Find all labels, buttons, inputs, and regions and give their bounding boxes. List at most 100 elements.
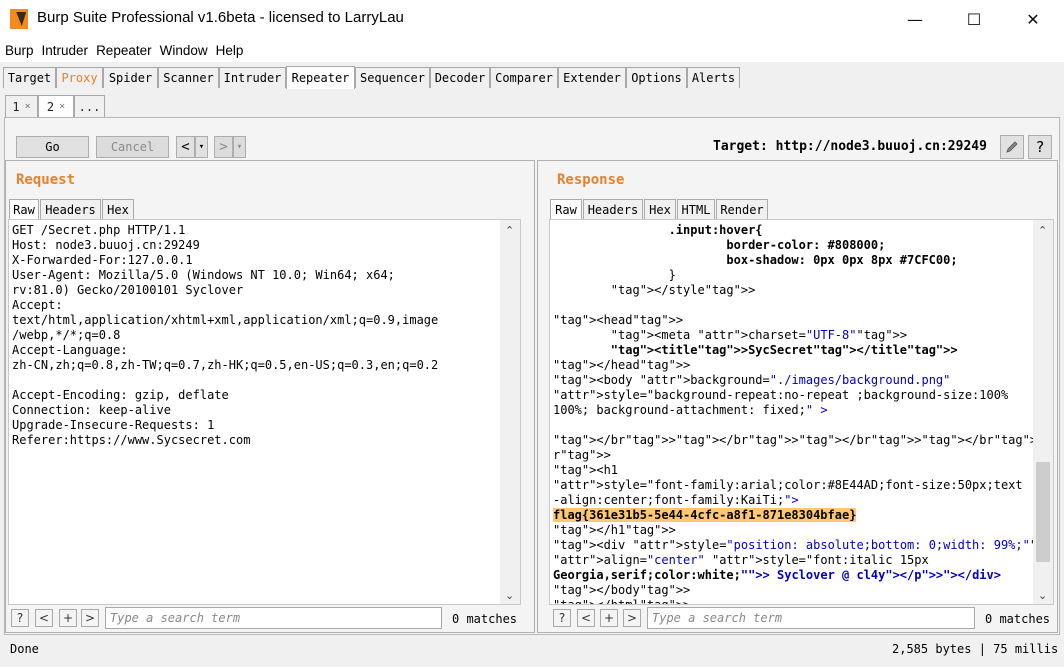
response-editor[interactable]: .input:hover{ border-color: #808000; box… (549, 219, 1054, 605)
scroll-down-icon[interactable]: ⌄ (1038, 589, 1047, 602)
response-tab-raw[interactable]: Raw (550, 199, 582, 219)
response-line: "tag"></body"tag">> (553, 583, 691, 597)
response-line: "tag"><body "attr">background="./images/… (553, 373, 951, 387)
close-tab-icon[interactable]: × (25, 101, 31, 112)
response-text: .input:hover{ border-color: #808000; box… (550, 220, 1053, 604)
response-search-next-button[interactable]: > (623, 609, 641, 627)
window-title: Burp Suite Professional v1.6beta - licen… (37, 9, 404, 26)
tab-spider[interactable]: Spider (103, 67, 158, 88)
request-line: Host: node3.buuoj.cn:29249 (12, 238, 200, 252)
response-line: border-color: #808000; (553, 238, 886, 252)
repeater-tab-label: 2 (46, 99, 55, 114)
request-tab-raw[interactable]: Raw (9, 199, 39, 219)
response-line: "tag"><h1 (553, 463, 619, 477)
request-line: X-Forwarded-For:127.0.0.1 (12, 253, 193, 267)
burp-logo-icon (10, 9, 28, 29)
status-text: Done (10, 642, 39, 656)
menu-repeater[interactable]: Repeater (91, 43, 155, 58)
request-text: GET /Secret.php HTTP/1.1 Host: node3.buuo… (9, 220, 520, 448)
request-tab-headers[interactable]: Headers (40, 199, 101, 219)
request-search-add-button[interactable]: + (59, 609, 77, 627)
tab-alerts[interactable]: Alerts (687, 67, 740, 88)
scrollbar-thumb[interactable] (1036, 462, 1050, 562)
request-tab-hex[interactable]: Hex (102, 199, 134, 219)
flag-highlight: flag{361e31b5-5e44-4cfc-a8f1-871e8304bfa… (553, 508, 857, 522)
edit-target-button[interactable] (1000, 135, 1024, 159)
response-line: Georgia,serif;color:white;"">> Syclover … (553, 568, 1001, 582)
close-tab-icon[interactable]: × (59, 101, 65, 112)
response-line (553, 418, 1053, 433)
response-tab-hex[interactable]: Hex (644, 199, 676, 219)
response-line: "tag"><div "attr">style="position: absol… (553, 538, 1053, 552)
repeater-tab-2[interactable]: 2 × (38, 95, 74, 117)
scroll-down-icon[interactable]: ⌄ (505, 589, 514, 602)
tab-comparer[interactable]: Comparer (490, 67, 558, 88)
menu-intruder[interactable]: Intruder (37, 43, 92, 58)
tab-target[interactable]: Target (3, 67, 56, 88)
response-matches: 0 matches (985, 612, 1051, 626)
response-search-help-button[interactable]: ? (553, 609, 571, 627)
response-tab-headers[interactable]: Headers (583, 199, 643, 219)
tab-extender[interactable]: Extender (558, 67, 626, 88)
repeater-tab-label: 1 (12, 99, 20, 114)
request-search-input[interactable]: Type a search term (105, 607, 442, 629)
menu-bar: Burp Intruder Repeater Window Help (0, 38, 1064, 62)
scroll-up-icon[interactable]: ⌃ (505, 224, 514, 237)
tab-sequencer[interactable]: Sequencer (355, 67, 430, 88)
request-search-prev-button[interactable]: < (35, 609, 53, 627)
tab-scanner[interactable]: Scanner (158, 67, 219, 88)
response-tab-html[interactable]: HTML (677, 199, 715, 219)
tab-intruder[interactable]: Intruder (219, 67, 286, 88)
menu-help[interactable]: Help (211, 43, 247, 58)
go-button[interactable]: Go (16, 136, 89, 158)
minimize-button[interactable]: — (892, 0, 938, 38)
response-line: "tag"><head"tag">> (553, 313, 684, 327)
response-line (553, 298, 1053, 313)
back-button[interactable]: < (176, 136, 195, 158)
response-line: "attr">align="center" "attr">style="font… (553, 553, 929, 567)
request-editor[interactable]: GET /Secret.php HTTP/1.1 Host: node3.buuo… (8, 219, 521, 605)
forward-button[interactable]: > (214, 136, 233, 158)
title-bar: Burp Suite Professional v1.6beta - licen… (0, 0, 1064, 38)
request-search-help-button[interactable]: ? (11, 609, 29, 627)
repeater-tab-bar: 1 × 2 × ... (0, 95, 1064, 117)
response-tab-render[interactable]: Render (716, 199, 768, 219)
response-line: "tag"><title"tag">>SycSecret"tag"></titl… (610, 343, 958, 357)
main-tab-bar: Target Proxy Spider Scanner Intruder Rep… (0, 66, 1064, 89)
forward-dropdown-button[interactable]: ▾ (233, 136, 246, 158)
help-button[interactable]: ? (1028, 135, 1052, 159)
response-line: .input:hover{ (553, 223, 763, 237)
target-label: Target: http://node3.buuoj.cn:29249 (713, 139, 987, 154)
maximize-button[interactable]: ☐ (951, 0, 997, 38)
request-line: Connection: keep-alive (12, 403, 171, 417)
response-line: "tag"></head"tag">> (553, 358, 691, 372)
response-scrollbar[interactable]: ⌃ ⌄ (1033, 220, 1053, 604)
request-search-next-button[interactable]: > (81, 609, 99, 627)
repeater-tab-1[interactable]: 1 × (5, 95, 38, 117)
back-dropdown-button[interactable]: ▾ (195, 136, 208, 158)
response-title: Response (557, 172, 625, 188)
request-scrollbar[interactable]: ⌃ ⌄ (500, 220, 520, 604)
request-line: /webp,*/*;q=0.8 (12, 328, 121, 342)
request-line: Accept-Language: (12, 343, 128, 357)
menu-burp[interactable]: Burp (0, 43, 37, 58)
tab-decoder[interactable]: Decoder (430, 67, 490, 88)
response-line: } (553, 268, 676, 282)
response-line: "attr">style="font-family:arial;color:#8… (553, 478, 1023, 492)
menu-window[interactable]: Window (155, 43, 211, 58)
response-line: "tag"></h1"tag">> (553, 523, 676, 537)
scroll-up-icon[interactable]: ⌃ (1038, 224, 1047, 237)
request-line: rv:81.0) Gecko/20100101 Syclover (12, 283, 244, 297)
response-line: "tag"><meta "attr">charset="UTF-8""tag">… (610, 328, 908, 342)
response-search-input[interactable]: Type a search term (647, 607, 975, 629)
tab-proxy[interactable]: Proxy (56, 67, 103, 88)
close-button[interactable]: ✕ (1010, 0, 1056, 38)
tab-repeater[interactable]: Repeater (286, 66, 355, 89)
response-size: 2,585 bytes | 75 millis (892, 642, 1059, 656)
cancel-button[interactable]: Cancel (96, 136, 169, 158)
response-search-add-button[interactable]: + (600, 609, 618, 627)
response-search-prev-button[interactable]: < (577, 609, 595, 627)
new-repeater-tab[interactable]: ... (74, 95, 105, 117)
tab-options[interactable]: Options (626, 67, 687, 88)
request-line: zh-CN,zh;q=0.8,zh-TW;q=0.7,zh-HK;q=0.5,e… (12, 358, 439, 372)
